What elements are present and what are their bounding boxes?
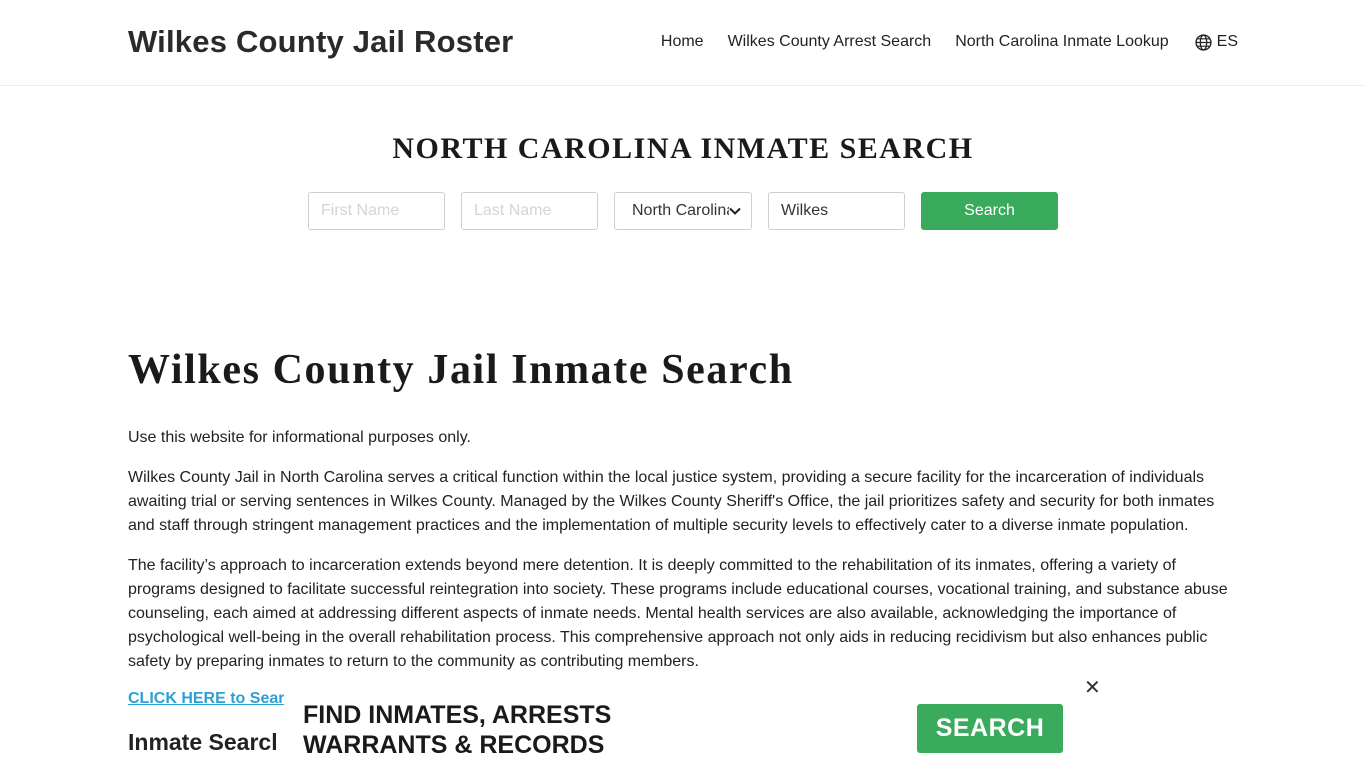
search-cta-link[interactable]: CLICK HERE to Sear (128, 690, 284, 708)
rehabilitation-paragraph: The facility’s approach to incarceration… (128, 557, 1228, 670)
globe-icon (1195, 33, 1212, 51)
state-select[interactable]: North Carolina (614, 192, 752, 230)
chevron-down-icon (729, 207, 741, 215)
ad-line-2: WARRANTS & RECORDS (303, 731, 605, 759)
site-title[interactable]: Wilkes County Jail Roster (128, 24, 513, 60)
close-icon[interactable]: ✕ (1084, 678, 1101, 698)
search-title: NORTH CAROLINA INMATE SEARCH (392, 132, 974, 165)
ad-text: FIND INMATES, ARRESTS WARRANTS & RECORDS (303, 700, 611, 760)
last-name-input[interactable] (461, 192, 598, 230)
main-nav: Home Wilkes County Arrest Search North C… (637, 33, 1238, 51)
state-select-value: North Carolina (632, 202, 729, 219)
first-name-input[interactable] (308, 192, 445, 230)
nav-home-link[interactable]: Home (661, 33, 704, 51)
ad-banner[interactable]: FIND INMATES, ARRESTS WARRANTS & RECORDS… (284, 676, 1101, 768)
page-title: Wilkes County Jail Inmate Search (128, 347, 794, 393)
nav-inmate-lookup-link[interactable]: North Carolina Inmate Lookup (955, 33, 1168, 51)
intro-paragraph: Use this website for informational purpo… (128, 429, 471, 446)
description-paragraph: Wilkes County Jail in North Carolina ser… (128, 469, 1215, 534)
county-input[interactable] (768, 192, 905, 230)
ad-line-1: FIND INMATES, ARRESTS (303, 701, 612, 729)
inmate-search-heading: Inmate Searcl (128, 729, 278, 755)
site-header: Wilkes County Jail Roster Home Wilkes Co… (0, 0, 1366, 86)
search-form: North Carolina Search (308, 192, 1058, 230)
search-button[interactable]: Search (921, 192, 1058, 230)
language-label: ES (1216, 33, 1238, 50)
language-switcher[interactable]: ES (1195, 33, 1238, 51)
ad-search-button[interactable]: SEARCH (917, 704, 1063, 753)
article-body: Use this website for informational purpo… (128, 426, 1238, 690)
nav-arrest-search-link[interactable]: Wilkes County Arrest Search (728, 33, 932, 51)
